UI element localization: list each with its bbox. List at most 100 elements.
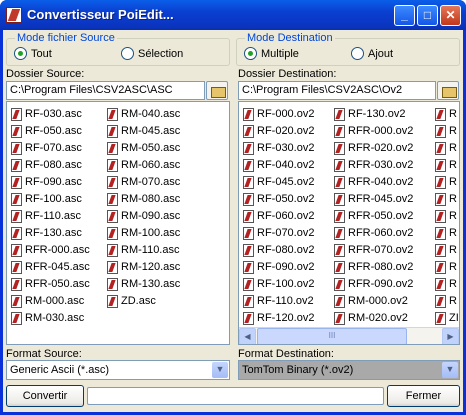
file-name: RF-080.ov2 <box>257 244 315 256</box>
title-bar[interactable]: Convertisseur PoiEdit... _ □ ✕ <box>0 0 466 30</box>
file-icon <box>243 311 254 325</box>
file-name: RF-000.ov2 <box>257 108 315 120</box>
file-list-item[interactable]: RM-000.asc <box>11 293 84 309</box>
file-list-item[interactable]: RM-030.asc <box>11 310 84 326</box>
file-list-item[interactable]: RF-110.ov2 <box>243 293 314 309</box>
file-list-item[interactable]: RF-030.asc <box>11 106 82 122</box>
file-list-item[interactable]: RFR-000.asc <box>11 242 90 258</box>
minimize-icon[interactable]: _ <box>394 5 415 26</box>
destination-file-list[interactable]: RF-000.ov2 RF-020.ov2 RF-030.ov2 RF-040.ov2… <box>238 101 460 345</box>
file-list-item[interactable]: RM-080.asc <box>107 191 180 207</box>
close-icon[interactable]: ✕ <box>440 5 461 26</box>
radio-destination-multiple[interactable]: Multiple <box>244 47 299 60</box>
file-list-item[interactable]: RF-060.ov2 <box>243 208 314 224</box>
file-list-item[interactable]: R <box>435 106 457 122</box>
file-list-item[interactable]: R <box>435 293 457 309</box>
file-list-item[interactable]: ZD.asc <box>107 293 156 309</box>
file-list-item[interactable]: R <box>435 157 457 173</box>
file-name: RM-130.asc <box>121 278 181 290</box>
scroll-thumb[interactable]: III <box>257 328 407 344</box>
file-list-item[interactable]: RM-020.ov2 <box>334 310 408 326</box>
radio-destination-add[interactable]: Ajout <box>351 47 393 60</box>
file-list-item[interactable]: RF-120.ov2 <box>243 310 314 326</box>
file-list-item[interactable]: RF-050.ov2 <box>243 191 314 207</box>
file-name: RM-110.asc <box>121 244 180 256</box>
file-list-item[interactable]: RM-130.asc <box>107 276 180 292</box>
file-list-item[interactable]: RM-000.ov2 <box>334 293 408 309</box>
file-list-item[interactable]: RM-045.asc <box>107 123 180 139</box>
file-list-item[interactable]: RF-100.asc <box>11 191 82 207</box>
file-name: RFR-045.ov2 <box>348 193 414 205</box>
file-list-item[interactable]: RF-040.ov2 <box>243 157 314 173</box>
file-icon <box>107 294 118 308</box>
file-list-item[interactable]: RF-090.asc <box>11 174 82 190</box>
file-list-item[interactable]: RF-070.ov2 <box>243 225 314 241</box>
file-list-item[interactable]: RM-090.asc <box>107 208 180 224</box>
file-list-item[interactable]: RFR-050.asc <box>11 276 90 292</box>
file-list-item[interactable]: RFR-080.ov2 <box>334 259 413 275</box>
file-list-item[interactable]: RFR-070.ov2 <box>334 242 413 258</box>
file-list-item[interactable]: RM-120.asc <box>107 259 180 275</box>
file-list-item[interactable]: RFR-045.asc <box>11 259 90 275</box>
file-list-item[interactable]: RF-110.asc <box>11 208 81 224</box>
file-list-item[interactable]: RFR-030.ov2 <box>334 157 413 173</box>
horizontal-scrollbar[interactable]: ◀ III ▶ <box>239 327 459 344</box>
file-list-item[interactable]: R <box>435 123 457 139</box>
convert-button[interactable]: Convertir <box>6 385 84 407</box>
file-list-item[interactable]: RF-000.ov2 <box>243 106 314 122</box>
file-list-item[interactable]: RFR-045.ov2 <box>334 191 413 207</box>
maximize-icon[interactable]: □ <box>417 5 438 26</box>
file-list-item[interactable]: RF-090.ov2 <box>243 259 314 275</box>
file-list-item[interactable]: RFR-040.ov2 <box>334 174 413 190</box>
destination-format-select[interactable]: TomTom Binary (*.ov2) ▼ <box>238 360 460 380</box>
scroll-left-icon[interactable]: ◀ <box>239 328 256 344</box>
file-list-item[interactable]: R <box>435 276 457 292</box>
file-list-item[interactable]: R <box>435 208 457 224</box>
file-list-item[interactable]: RM-110.asc <box>107 242 179 258</box>
file-list-item[interactable]: R <box>435 225 457 241</box>
destination-format-value: TomTom Binary (*.ov2) <box>242 364 354 376</box>
close-button[interactable]: Fermer <box>387 385 460 407</box>
folder-icon[interactable] <box>206 81 228 100</box>
file-list-item[interactable]: RM-070.asc <box>107 174 180 190</box>
source-file-list[interactable]: RF-030.asc RF-050.asc RF-070.asc RF-080.asc… <box>6 101 230 345</box>
file-list-item[interactable]: RFR-060.ov2 <box>334 225 413 241</box>
file-list-item[interactable]: RF-045.ov2 <box>243 174 314 190</box>
radio-source-all[interactable]: Tout <box>14 47 52 60</box>
file-list-item[interactable]: RF-050.asc <box>11 123 82 139</box>
file-list-item[interactable]: R <box>435 242 457 258</box>
file-list-item[interactable]: RF-080.ov2 <box>243 242 314 258</box>
folder-icon[interactable] <box>437 81 459 100</box>
scroll-right-icon[interactable]: ▶ <box>442 328 459 344</box>
chevron-down-icon[interactable]: ▼ <box>212 362 228 378</box>
file-list-item[interactable]: RFR-050.ov2 <box>334 208 413 224</box>
radio-source-selection[interactable]: Sélection <box>121 47 183 60</box>
file-list-item[interactable]: RM-100.asc <box>107 225 180 241</box>
file-list-item[interactable]: RF-100.ov2 <box>243 276 314 292</box>
source-format-select[interactable]: Generic Ascii (*.asc) ▼ <box>6 360 230 380</box>
destination-folder-path[interactable]: C:\Program Files\CSV2ASC\Ov2 <box>238 81 436 100</box>
file-list-item[interactable]: RF-070.asc <box>11 140 82 156</box>
file-list-item[interactable]: RFR-000.ov2 <box>334 123 413 139</box>
file-list-item[interactable]: R <box>435 259 457 275</box>
file-list-item[interactable]: RFR-020.ov2 <box>334 140 413 156</box>
file-list-item[interactable]: RM-060.asc <box>107 157 180 173</box>
file-list-item[interactable]: RF-020.ov2 <box>243 123 314 139</box>
file-list-item[interactable]: ZI <box>435 310 459 326</box>
file-list-item[interactable]: R <box>435 191 457 207</box>
file-list-item[interactable]: RM-050.asc <box>107 140 180 156</box>
file-list-item[interactable]: RF-130.asc <box>11 225 82 241</box>
file-list-item[interactable]: RM-040.asc <box>107 106 180 122</box>
chevron-down-icon[interactable]: ▼ <box>442 362 458 378</box>
file-list-item[interactable]: RF-030.ov2 <box>243 140 314 156</box>
file-list-item[interactable]: RF-130.ov2 <box>334 106 405 122</box>
file-list-item[interactable]: R <box>435 174 457 190</box>
file-list-item[interactable]: RF-080.asc <box>11 157 82 173</box>
file-icon <box>435 124 446 138</box>
file-name: R <box>449 210 457 222</box>
file-list-item[interactable]: R <box>435 140 457 156</box>
source-folder-path[interactable]: C:\Program Files\CSV2ASC\ASC <box>6 81 205 100</box>
file-list-item[interactable]: RFR-090.ov2 <box>334 276 413 292</box>
file-name: RF-020.ov2 <box>257 125 315 137</box>
file-name: RFR-045.asc <box>25 261 90 273</box>
